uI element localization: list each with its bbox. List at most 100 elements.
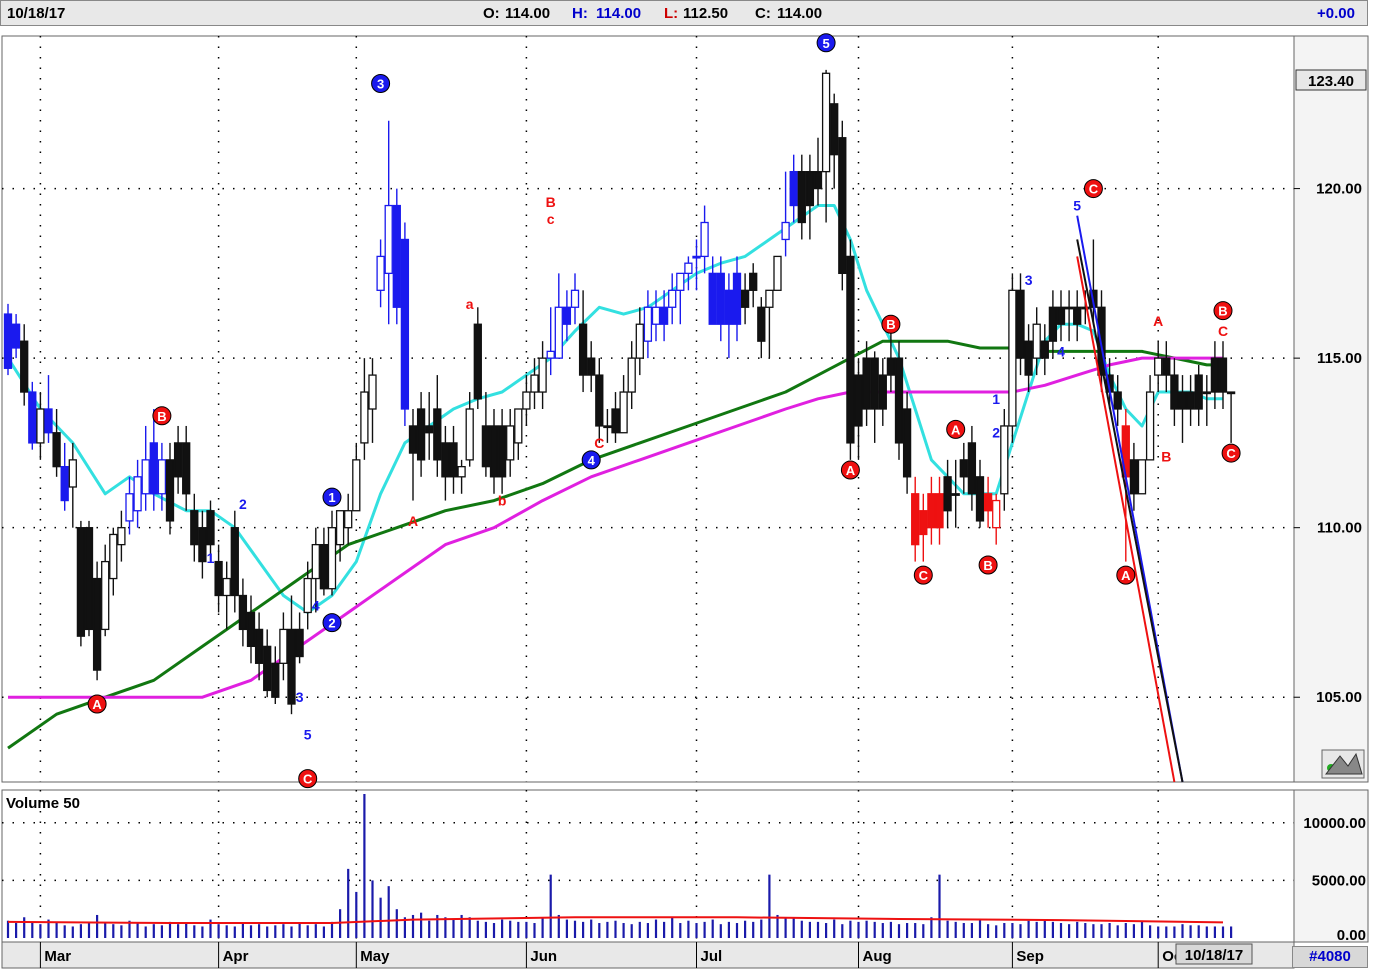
candle-body	[570, 289, 580, 308]
candle-body	[1064, 306, 1074, 310]
candle-body	[862, 357, 871, 410]
candle-body	[20, 340, 29, 393]
wave-label-circle: B	[1213, 301, 1233, 321]
wave-label-text: C	[303, 772, 313, 787]
wave-label-circle: 3	[371, 73, 391, 93]
candle-body	[133, 476, 142, 512]
wave-label-text: b	[498, 493, 507, 509]
wave-label-text: C	[1089, 182, 1099, 197]
candle-body	[1178, 391, 1187, 410]
candle-body	[392, 204, 401, 308]
candle-body	[554, 306, 563, 359]
candle-body	[190, 510, 199, 546]
candle-body	[198, 527, 207, 563]
volume-tick-label: 10000.00	[1303, 815, 1366, 832]
wave-label-text: C	[919, 568, 929, 583]
candle-body	[287, 628, 296, 705]
current-price-label: 123.40	[1308, 73, 1354, 90]
candle-body	[117, 527, 126, 546]
month-label: Jul	[701, 948, 723, 965]
candle-body	[457, 465, 466, 478]
candle-body	[441, 442, 450, 478]
cursor-date: 10/18/17	[1185, 947, 1243, 964]
candle-body	[182, 442, 191, 495]
wave-label-text: 2	[992, 425, 1000, 441]
candle-body	[603, 425, 612, 429]
wave-label-text: B	[1218, 304, 1227, 319]
candle-body	[854, 374, 863, 427]
wave-label-text: 1	[328, 490, 335, 505]
cursor-date-box: 10/18/17	[1175, 943, 1253, 965]
wave-label-text: 1	[207, 550, 215, 566]
wave-label-text: A	[1121, 568, 1131, 583]
candle-body	[92, 577, 102, 671]
candle-body	[109, 533, 118, 580]
candle-body	[506, 425, 515, 461]
price-tick-label: 120.00	[1316, 181, 1362, 198]
wave-label-text: A	[1153, 313, 1163, 329]
wave-label-circle: B	[152, 406, 172, 426]
candle-body	[1008, 289, 1017, 427]
chart-settings-icon[interactable]	[1321, 749, 1365, 779]
candle-body	[919, 510, 928, 536]
symbol-id: #4080	[1292, 946, 1368, 968]
candle-body	[149, 442, 158, 495]
wave-label-circle: 4	[581, 450, 601, 470]
wave-label-text: B	[1161, 448, 1171, 464]
candle-body	[335, 510, 345, 546]
candle-body	[1000, 425, 1009, 495]
candle-body	[376, 255, 385, 291]
candle-body	[716, 272, 725, 325]
candle-body	[1137, 459, 1147, 495]
candle-body	[157, 459, 167, 495]
candle-body	[651, 306, 661, 325]
candle-body	[1170, 374, 1179, 410]
candle-body	[352, 459, 361, 512]
date-axis	[1, 941, 1295, 969]
volume-tick-label: 0.00	[1337, 927, 1366, 944]
candle-body	[1129, 459, 1139, 495]
month-label: May	[360, 948, 390, 965]
wave-label-text: C	[1226, 446, 1236, 461]
high-value: 114.00	[596, 5, 642, 22]
candle-body	[465, 408, 474, 461]
candle-body	[1032, 323, 1041, 359]
wave-label-text: 2	[328, 616, 335, 631]
candle-body	[408, 425, 418, 454]
candle-body	[1210, 357, 1220, 393]
candle	[894, 341, 904, 460]
wave-label-circle: C	[1083, 179, 1103, 199]
wave-label-text: 5	[822, 36, 829, 51]
candle-body	[676, 272, 685, 291]
candle-body	[52, 432, 61, 468]
price-panel	[1, 35, 1295, 783]
candle-body	[384, 204, 393, 275]
candle-body	[992, 499, 1001, 529]
candle-body	[295, 628, 304, 658]
candle-body	[959, 459, 968, 478]
wave-label-circle: C	[1221, 443, 1241, 463]
high-label: H:	[572, 5, 588, 22]
candle	[1008, 273, 1017, 443]
stock-chart[interactable]: 35124ABCABCABCABC1234512345ABcabCABC 105…	[0, 26, 1400, 970]
wave-label-circle: A	[946, 419, 966, 439]
candle-body	[230, 527, 239, 597]
candle-body	[967, 442, 977, 495]
open-value: 114.00	[505, 5, 551, 22]
wave-label-text: C	[594, 435, 604, 451]
candle-body	[360, 391, 369, 444]
candle-body	[700, 221, 709, 258]
wave-label-circle: 2	[322, 613, 342, 633]
candle-body	[368, 374, 377, 410]
month-label: Aug	[863, 948, 892, 965]
candle-body	[595, 374, 604, 427]
candle	[84, 520, 94, 637]
candle-body	[562, 306, 572, 325]
wave-label-text: c	[547, 211, 555, 227]
candle-body	[927, 493, 936, 529]
candle-body	[1145, 391, 1155, 461]
candle-body	[886, 357, 896, 376]
candle-body	[311, 543, 320, 580]
low-value: 112.50	[683, 5, 729, 22]
candle	[392, 188, 401, 325]
